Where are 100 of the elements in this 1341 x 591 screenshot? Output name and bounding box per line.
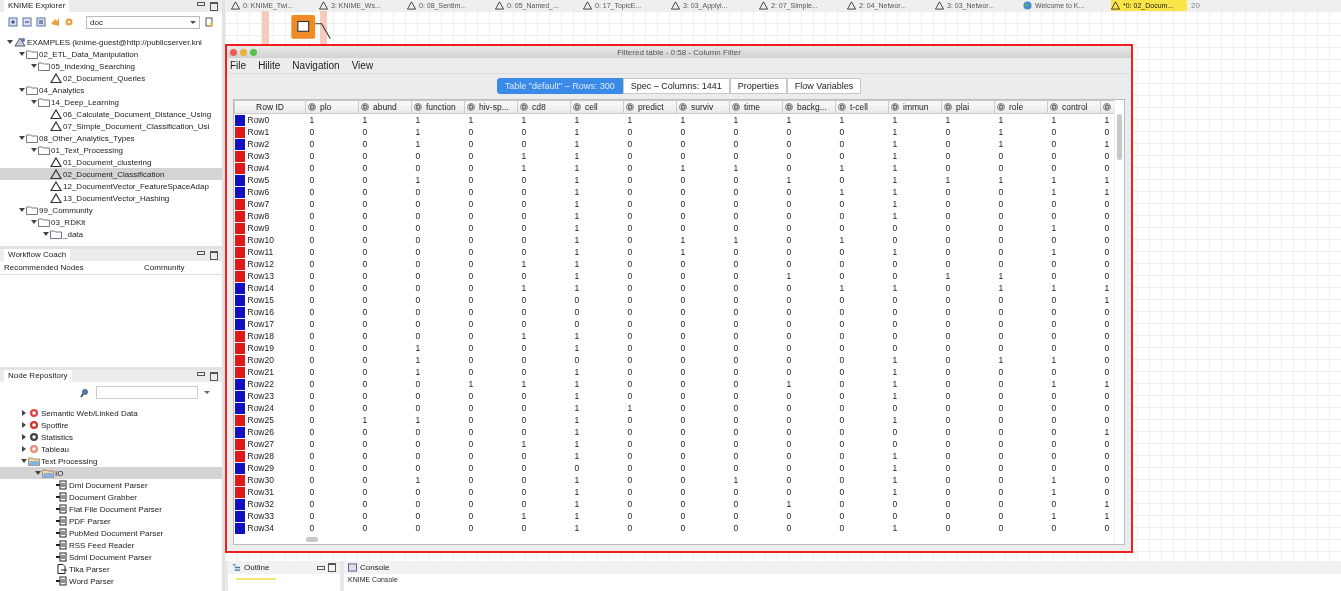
table-cell-text: 0 bbox=[838, 414, 846, 426]
column-header[interactable]: backg... bbox=[782, 100, 836, 114]
tree-item[interactable]: 12_DocumentVector_FeatureSpaceAdap bbox=[0, 180, 222, 192]
collapse-all-icon[interactable] bbox=[36, 17, 46, 27]
maximize-icon[interactable] bbox=[210, 371, 218, 381]
panel-tab[interactable]: Node Repository bbox=[4, 370, 72, 382]
document-icon[interactable] bbox=[204, 17, 214, 27]
table-cell-text: 0 bbox=[308, 330, 316, 342]
column-header[interactable]: t-cell bbox=[835, 100, 889, 114]
table-cell-text: 0 bbox=[785, 354, 793, 366]
tree-item[interactable]: Flat File Document Parser bbox=[0, 503, 222, 515]
column-header[interactable]: plai bbox=[941, 100, 995, 114]
minimize-icon[interactable] bbox=[197, 250, 205, 255]
table-cell-text: 0 bbox=[679, 282, 687, 294]
table-cell-text: 1 bbox=[732, 474, 740, 486]
column-header[interactable]: cd8 bbox=[517, 100, 571, 114]
scrollbar-thumb[interactable] bbox=[306, 537, 318, 542]
tree-item[interactable]: 07_Simple_Document_Classification_Usi bbox=[0, 120, 222, 132]
tree-item[interactable]: Tika Parser bbox=[0, 563, 222, 575]
table-cell-text: 0 bbox=[679, 198, 687, 210]
search-icon[interactable] bbox=[80, 387, 90, 398]
tree-item[interactable]: Statistics bbox=[0, 431, 222, 443]
collapse-icon[interactable] bbox=[22, 17, 32, 27]
tree-item[interactable]: IO bbox=[0, 467, 222, 479]
table-cell-text: 0 bbox=[732, 426, 740, 438]
table-cell-text: 0 bbox=[414, 282, 422, 294]
table-cell-text: 0 bbox=[679, 498, 687, 510]
tree-item[interactable]: 05_Indexing_Searching bbox=[0, 60, 222, 72]
column-header[interactable]: Recommended Nodes bbox=[4, 263, 144, 272]
panel-tab[interactable]: KNIME Explorer bbox=[4, 0, 70, 12]
tree-item[interactable]: 04_Analytics bbox=[0, 84, 222, 96]
tree-item[interactable]: 02_Document_Classification bbox=[0, 168, 222, 180]
table-cell-text: 0 bbox=[1103, 306, 1111, 318]
table-cell-text: 0 bbox=[414, 186, 422, 198]
column-header[interactable]: role bbox=[994, 100, 1048, 114]
scrollbar-thumb[interactable] bbox=[1117, 114, 1122, 160]
close-icon[interactable] bbox=[230, 48, 237, 56]
panel-tab[interactable]: Workflow Coach bbox=[4, 249, 71, 261]
menu-item[interactable]: File bbox=[230, 60, 247, 71]
column-header[interactable]: time bbox=[729, 100, 783, 114]
tree-item[interactable]: Document Grabber bbox=[0, 491, 222, 503]
tree-item[interactable]: RSS Feed Reader bbox=[0, 539, 222, 551]
maximize-icon[interactable] bbox=[328, 563, 336, 572]
minimize-icon[interactable] bbox=[197, 1, 205, 6]
tree-item[interactable]: 06_Calculate_Document_Distance_Using bbox=[0, 108, 222, 120]
table-cell-text: 1 bbox=[997, 174, 1005, 186]
column-header[interactable]: function bbox=[411, 100, 465, 114]
menu-item[interactable]: View bbox=[351, 60, 374, 71]
tree-item[interactable]: Tableau bbox=[0, 443, 222, 455]
view-tab[interactable]: Flow Variables bbox=[786, 78, 862, 94]
tree-item[interactable]: Semantic Web/Linked Data bbox=[0, 407, 222, 419]
tree-item[interactable]: 01_Text_Processing bbox=[0, 144, 222, 156]
tree-item[interactable]: PDF Parser bbox=[0, 515, 222, 527]
tree-item[interactable]: Sdml Document Parser bbox=[0, 551, 222, 563]
table-cell-text: 0 bbox=[626, 174, 634, 186]
mount-filter-dropdown[interactable]: doc bbox=[86, 15, 200, 29]
column-header[interactable]: Row ID bbox=[234, 100, 306, 114]
panel-tab[interactable]: Outline bbox=[244, 563, 270, 572]
tree-item[interactable]: EXAMPLES (knime-guest@http://publicserver.kni bbox=[0, 36, 222, 48]
tree-item[interactable]: Spotfire bbox=[0, 419, 222, 431]
table-cell-text: 0 bbox=[785, 486, 793, 498]
table-cell-text: 1 bbox=[891, 366, 899, 378]
tree-item[interactable]: 08_Other_Analytics_Types bbox=[0, 132, 222, 144]
table-cell-text: 0 bbox=[308, 270, 316, 282]
view-tab[interactable]: Spec – Columns: 1441 bbox=[622, 78, 730, 94]
column-header[interactable]: plo bbox=[305, 100, 359, 114]
table-cell-text: 0 bbox=[361, 138, 369, 150]
search-field[interactable] bbox=[96, 386, 198, 399]
outline-icon bbox=[232, 563, 241, 572]
column-header[interactable]: hiv-sp... bbox=[464, 100, 518, 114]
tree-item[interactable]: 01_Document_clustering bbox=[0, 156, 222, 168]
tree-item[interactable]: 02_Document_Queries bbox=[0, 72, 222, 84]
maximize-icon[interactable] bbox=[210, 1, 218, 11]
tree-item[interactable]: 13_DocumentVector_Hashing bbox=[0, 192, 222, 204]
table-cell-text: 0 bbox=[1050, 294, 1058, 306]
menu-item[interactable]: Hilite bbox=[258, 60, 281, 71]
column-header[interactable]: surviv bbox=[676, 100, 730, 114]
minimize-icon[interactable] bbox=[317, 565, 325, 570]
tree-item[interactable]: 14_Deep_Learning bbox=[0, 96, 222, 108]
maximize-icon[interactable] bbox=[210, 250, 218, 260]
table-cell-text: 0 bbox=[997, 402, 1005, 414]
tree-item[interactable]: PubMed Document Parser bbox=[0, 527, 222, 539]
menu-item[interactable]: Navigation bbox=[292, 60, 340, 71]
double-type-icon bbox=[732, 103, 740, 111]
column-header[interactable]: predict bbox=[623, 100, 677, 114]
column-header[interactable]: abund bbox=[358, 100, 412, 114]
tree-item[interactable]: Text Processing bbox=[0, 455, 222, 467]
tree-item[interactable]: 99_Community bbox=[0, 204, 222, 216]
expand-icon[interactable] bbox=[8, 17, 18, 27]
tree-item[interactable]: Word Parser bbox=[0, 575, 222, 587]
column-header[interactable]: control bbox=[1047, 100, 1101, 114]
view-tab[interactable]: Properties bbox=[729, 78, 787, 94]
tree-item[interactable]: 02_ETL_Data_Manipulation bbox=[0, 48, 222, 60]
tree-item[interactable]: _data bbox=[0, 228, 222, 240]
minimize-icon[interactable] bbox=[197, 371, 205, 376]
column-header[interactable]: immun bbox=[888, 100, 942, 114]
column-header[interactable]: cell bbox=[570, 100, 624, 114]
panel-tab[interactable]: Console bbox=[360, 563, 390, 572]
tree-item[interactable]: 03_RDKit bbox=[0, 216, 222, 228]
tree-item[interactable]: Dml Document Parser bbox=[0, 479, 222, 491]
